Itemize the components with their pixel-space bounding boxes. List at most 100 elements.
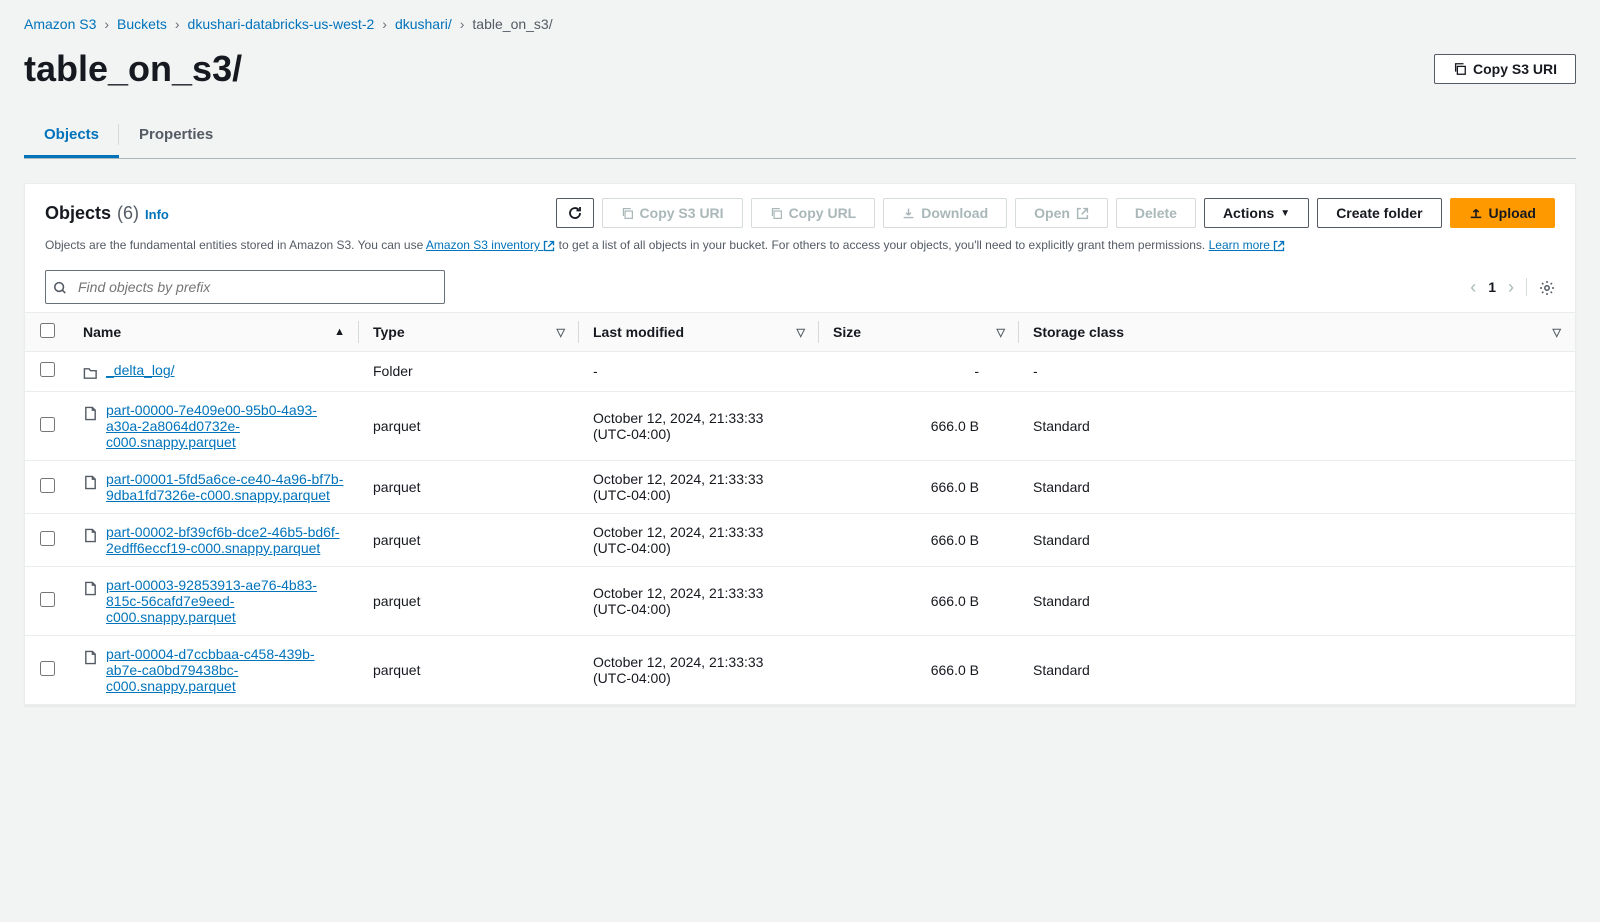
object-size: - (819, 352, 1019, 392)
toolbar: Copy S3 URI Copy URL Download Open Del (556, 198, 1555, 228)
file-icon (83, 526, 98, 543)
table-row: part-00003-92853913-ae76-4b83-815c-56caf… (25, 566, 1575, 635)
object-modified: October 12, 2024, 21:33:33 (UTC-04:00) (579, 391, 819, 460)
tabs: Objects Properties (24, 114, 1576, 159)
row-checkbox[interactable] (40, 661, 55, 676)
sort-icon: ▽ (797, 326, 805, 339)
object-size: 666.0 B (819, 635, 1019, 704)
open-button[interactable]: Open (1015, 198, 1108, 228)
object-modified: October 12, 2024, 21:33:33 (UTC-04:00) (579, 460, 819, 513)
learn-more-link[interactable]: Learn more (1209, 238, 1286, 252)
object-name-link[interactable]: part-00004-d7ccbbaa-c458-439b-ab7e-ca0bd… (106, 646, 345, 694)
delete-button[interactable]: Delete (1116, 198, 1196, 228)
breadcrumb: Amazon S3 › Buckets › dkushari-databrick… (24, 16, 1576, 32)
external-link-icon (543, 240, 555, 252)
copy-icon (621, 207, 634, 220)
inventory-link[interactable]: Amazon S3 inventory (426, 238, 555, 252)
breadcrumb-buckets[interactable]: Buckets (117, 16, 167, 32)
panel-description: Objects are the fundamental entities sto… (45, 236, 1555, 254)
object-size: 666.0 B (819, 460, 1019, 513)
object-storage: Standard (1019, 566, 1575, 635)
settings-button[interactable] (1526, 278, 1555, 295)
object-name-link[interactable]: part-00002-bf39cf6b-dce2-46b5-bd6f-2edff… (106, 524, 345, 556)
breadcrumb-s3[interactable]: Amazon S3 (24, 16, 96, 32)
download-button[interactable]: Download (883, 198, 1007, 228)
object-modified: October 12, 2024, 21:33:33 (UTC-04:00) (579, 513, 819, 566)
column-header-type[interactable]: Type▽ (359, 313, 579, 352)
row-checkbox[interactable] (40, 478, 55, 493)
objects-table: Name▲ Type▽ Last modified▽ Size▽ Storage… (25, 312, 1575, 705)
object-type: parquet (359, 391, 579, 460)
table-row: part-00004-d7ccbbaa-c458-439b-ab7e-ca0bd… (25, 635, 1575, 704)
object-name-link[interactable]: _delta_log/ (106, 362, 175, 378)
object-storage: Standard (1019, 635, 1575, 704)
copy-icon (770, 207, 783, 220)
object-modified: - (579, 352, 819, 392)
column-header-modified[interactable]: Last modified▽ (579, 313, 819, 352)
object-count: (6) (117, 203, 139, 224)
create-folder-button[interactable]: Create folder (1317, 198, 1441, 228)
objects-panel: Objects (6) Info Copy S3 URI Copy URL (24, 183, 1576, 706)
breadcrumb-bucket[interactable]: dkushari-databricks-us-west-2 (188, 16, 375, 32)
object-storage: Standard (1019, 391, 1575, 460)
download-icon (902, 207, 915, 220)
tab-objects[interactable]: Objects (24, 114, 119, 158)
folder-icon (83, 364, 98, 381)
panel-title: Objects (45, 203, 111, 224)
object-type: parquet (359, 460, 579, 513)
copy-s3-uri-toolbar-button[interactable]: Copy S3 URI (602, 198, 743, 228)
select-all-checkbox[interactable] (40, 323, 55, 338)
prev-page-button[interactable]: ‹ (1470, 277, 1476, 298)
sort-icon: ▽ (997, 326, 1005, 339)
sort-icon: ▽ (1553, 326, 1561, 339)
external-link-icon (1273, 240, 1285, 252)
file-icon (83, 404, 98, 421)
object-name-link[interactable]: part-00001-5fd5a6ce-ce40-4a96-bf7b-9dba1… (106, 471, 345, 503)
file-icon (83, 579, 98, 596)
object-size: 666.0 B (819, 391, 1019, 460)
object-type: Folder (359, 352, 579, 392)
info-link[interactable]: Info (145, 207, 169, 222)
table-row: _delta_log/Folder--- (25, 352, 1575, 392)
sort-asc-icon: ▲ (334, 326, 345, 338)
copy-s3-uri-button[interactable]: Copy S3 URI (1434, 54, 1576, 84)
row-checkbox[interactable] (40, 592, 55, 607)
column-header-size[interactable]: Size▽ (819, 313, 1019, 352)
object-storage: - (1019, 352, 1575, 392)
object-type: parquet (359, 513, 579, 566)
search-input[interactable] (45, 270, 445, 304)
file-icon (83, 648, 98, 665)
row-checkbox[interactable] (40, 362, 55, 377)
tab-properties[interactable]: Properties (119, 114, 233, 158)
copy-url-button[interactable]: Copy URL (751, 198, 876, 228)
next-page-button[interactable]: › (1508, 277, 1514, 298)
object-type: parquet (359, 635, 579, 704)
breadcrumb-prefix[interactable]: dkushari/ (395, 16, 452, 32)
page-title: table_on_s3/ (24, 48, 242, 90)
upload-button[interactable]: Upload (1450, 198, 1555, 228)
object-size: 666.0 B (819, 566, 1019, 635)
object-name-link[interactable]: part-00000-7e409e00-95b0-4a93-a30a-2a806… (106, 402, 345, 450)
column-header-name[interactable]: Name▲ (69, 313, 359, 352)
chevron-right-icon: › (175, 16, 180, 32)
breadcrumb-current: table_on_s3/ (472, 16, 552, 32)
actions-button[interactable]: Actions ▼ (1204, 198, 1309, 228)
table-row: part-00002-bf39cf6b-dce2-46b5-bd6f-2edff… (25, 513, 1575, 566)
table-row: part-00001-5fd5a6ce-ce40-4a96-bf7b-9dba1… (25, 460, 1575, 513)
object-type: parquet (359, 566, 579, 635)
object-modified: October 12, 2024, 21:33:33 (UTC-04:00) (579, 635, 819, 704)
chevron-down-icon: ▼ (1280, 208, 1290, 219)
row-checkbox[interactable] (40, 531, 55, 546)
chevron-right-icon: › (382, 16, 387, 32)
column-header-storage[interactable]: Storage class▽ (1019, 313, 1575, 352)
refresh-button[interactable] (556, 198, 594, 228)
search-box (45, 270, 445, 304)
table-row: part-00000-7e409e00-95b0-4a93-a30a-2a806… (25, 391, 1575, 460)
row-checkbox[interactable] (40, 417, 55, 432)
object-size: 666.0 B (819, 513, 1019, 566)
refresh-icon (567, 205, 583, 221)
object-modified: October 12, 2024, 21:33:33 (UTC-04:00) (579, 566, 819, 635)
pagination: ‹ 1 › (1470, 277, 1555, 298)
upload-icon (1469, 206, 1483, 220)
object-name-link[interactable]: part-00003-92853913-ae76-4b83-815c-56caf… (106, 577, 345, 625)
